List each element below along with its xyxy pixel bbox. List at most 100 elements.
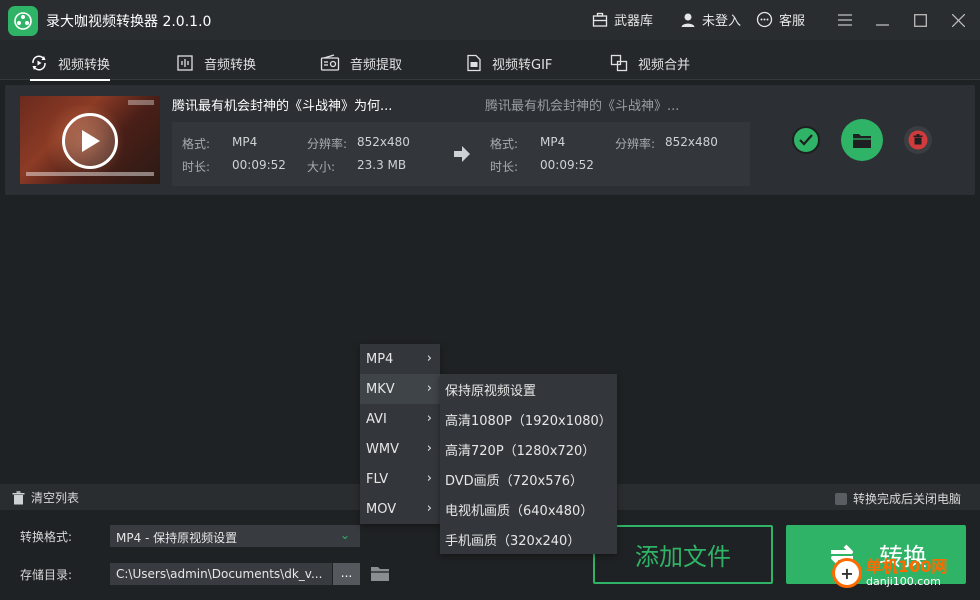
- menu-item-label: WMV: [366, 441, 399, 457]
- tab-video-convert[interactable]: 视频转换: [30, 48, 111, 81]
- video-thumbnail[interactable]: [20, 96, 160, 184]
- watermark: + 单机100网 danji100.com: [832, 558, 947, 588]
- login-button[interactable]: 未登入: [680, 10, 741, 29]
- source-format: MP4: [232, 135, 258, 149]
- menu-button[interactable]: [835, 10, 855, 30]
- quality-item-original[interactable]: 保持原视频设置: [440, 374, 617, 404]
- chevron-right-icon: ›: [426, 441, 432, 456]
- shutdown-option[interactable]: 转换完成后关闭电脑: [835, 490, 961, 507]
- menu-item-label: MOV: [366, 501, 397, 517]
- file-item[interactable]: 腾讯最有机会封神的《斗战神》为何... 腾讯最有机会封神的《斗战神》... 格式…: [5, 85, 975, 195]
- folder-icon: [853, 133, 871, 148]
- output-dir-field[interactable]: C:\Users\admin\Documents\dk_v...: [110, 563, 332, 585]
- clear-list-button[interactable]: 清空列表: [12, 489, 79, 506]
- quality-item-dvd[interactable]: DVD画质（720x576）: [440, 464, 617, 494]
- close-button[interactable]: [948, 10, 968, 30]
- done-check-button[interactable]: [792, 126, 820, 154]
- minimize-icon: [875, 23, 889, 26]
- quality-item-720p[interactable]: 高清720P（1280x720）: [440, 434, 617, 464]
- source-size-label: 大小:: [307, 160, 336, 174]
- format-menu-item-avi[interactable]: AVI ›: [360, 404, 440, 434]
- quality-item-mobile[interactable]: 手机画质（320x240）: [440, 524, 617, 554]
- user-icon: [681, 13, 695, 27]
- tab-audio-convert[interactable]: 音频转换: [176, 48, 256, 78]
- merge-icon: [610, 54, 628, 72]
- open-dir-folder-icon[interactable]: [369, 562, 391, 584]
- target-duration: 00:09:52: [540, 158, 594, 172]
- minimize-button[interactable]: [872, 10, 892, 30]
- format-menu-item-flv[interactable]: FLV ›: [360, 464, 440, 494]
- add-file-button[interactable]: 添加文件: [593, 525, 773, 584]
- thumbnail-subtitle: [26, 172, 154, 176]
- tab-label: 视频转换: [58, 57, 111, 73]
- menu-item-label: AVI: [366, 411, 387, 427]
- shutdown-label: 转换完成后关闭电脑: [853, 492, 962, 506]
- tab-label: 音频提取: [350, 57, 403, 73]
- video-convert-icon: [32, 55, 46, 71]
- tab-label: 视频转GIF: [492, 57, 553, 73]
- toolbox-icon: [592, 12, 608, 27]
- source-duration: 00:09:52: [232, 158, 286, 172]
- thumbnail-tag: [128, 100, 154, 105]
- target-duration-label: 时长:: [490, 160, 519, 174]
- source-format-label: 格式:: [182, 137, 211, 151]
- format-menu: MP4 › MKV › AVI › WMV › FLV › MOV ›: [360, 344, 440, 524]
- maximize-icon: [913, 13, 927, 27]
- menu-item-label: FLV: [366, 471, 389, 487]
- open-folder-button[interactable]: [841, 119, 883, 161]
- browse-dir-button[interactable]: ...: [333, 563, 360, 585]
- format-menu-item-mkv[interactable]: MKV ›: [360, 374, 440, 404]
- app-title: 录大咖视频转换器 2.0.1.0: [46, 14, 212, 30]
- chevron-down-icon: ⌄: [339, 528, 350, 542]
- watermark-sub: danji100.com: [866, 574, 941, 588]
- delete-button[interactable]: [904, 126, 932, 154]
- format-select[interactable]: MP4 - 保持原视频设置 ⌄: [110, 525, 360, 547]
- tab-audio-extract[interactable]: 音频提取: [320, 48, 402, 78]
- trash-icon: [908, 130, 928, 150]
- audio-convert-icon: [177, 55, 193, 71]
- source-duration-label: 时长:: [182, 160, 211, 174]
- chevron-right-icon: ›: [426, 381, 432, 396]
- quality-item-tv[interactable]: 电视机画质（640x480）: [440, 494, 617, 524]
- feature-tabs: 视频转换 音频转换 音频提取 视频转GIF 视频合并: [0, 40, 980, 81]
- format-menu-item-mp4[interactable]: MP4 ›: [360, 344, 440, 374]
- trash-icon: [12, 490, 25, 504]
- quality-submenu: 保持原视频设置 高清1080P（1920x1080） 高清720P（1280x7…: [440, 374, 617, 554]
- radio-icon: [320, 54, 340, 71]
- tab-video-merge[interactable]: 视频合并: [610, 48, 690, 78]
- quality-item-1080p[interactable]: 高清1080P（1920x1080）: [440, 404, 617, 434]
- file-info-box: 格式: MP4 分辨率: 852x480 时长: 00:09:52 大小: 23…: [172, 122, 750, 186]
- chevron-right-icon: ›: [426, 351, 432, 366]
- title-bar: 录大咖视频转换器 2.0.1.0 武器库 未登入 客服: [0, 0, 980, 40]
- close-icon: [951, 13, 965, 27]
- maximize-button[interactable]: [910, 10, 930, 30]
- target-resolution-label: 分辨率:: [615, 137, 656, 151]
- format-label: 转换格式:: [20, 530, 73, 544]
- menu-item-label: MP4: [366, 351, 394, 367]
- watermark-main: 单机100网: [866, 557, 948, 577]
- target-resolution: 852x480: [665, 135, 718, 149]
- arsenal-button[interactable]: 武器库: [592, 10, 653, 29]
- target-format-label: 格式:: [490, 137, 519, 151]
- login-label: 未登入: [702, 14, 742, 29]
- format-menu-item-wmv[interactable]: WMV ›: [360, 434, 440, 464]
- source-size: 23.3 MB: [357, 158, 407, 172]
- arrow-right-icon: [454, 146, 470, 162]
- tab-label: 视频合并: [638, 57, 691, 73]
- format-menu-item-mov[interactable]: MOV ›: [360, 494, 440, 524]
- source-resolution-label: 分辨率:: [307, 137, 348, 151]
- arsenal-label: 武器库: [614, 14, 654, 29]
- tab-label: 音频转换: [204, 57, 257, 73]
- tab-video-to-gif[interactable]: 视频转GIF: [466, 48, 552, 78]
- format-value: MP4 - 保持原视频设置: [116, 531, 238, 545]
- app-logo-icon: [8, 6, 38, 36]
- service-button[interactable]: 客服: [756, 10, 805, 29]
- menu-item-label: MKV: [366, 381, 395, 397]
- check-icon: [799, 134, 813, 146]
- shutdown-checkbox[interactable]: [835, 492, 847, 505]
- target-file-name: 腾讯最有机会封神的《斗战神》...: [485, 99, 680, 114]
- chat-icon: [756, 11, 773, 28]
- play-icon[interactable]: [62, 113, 118, 169]
- chevron-right-icon: ›: [426, 501, 432, 516]
- gif-file-icon: [467, 54, 481, 72]
